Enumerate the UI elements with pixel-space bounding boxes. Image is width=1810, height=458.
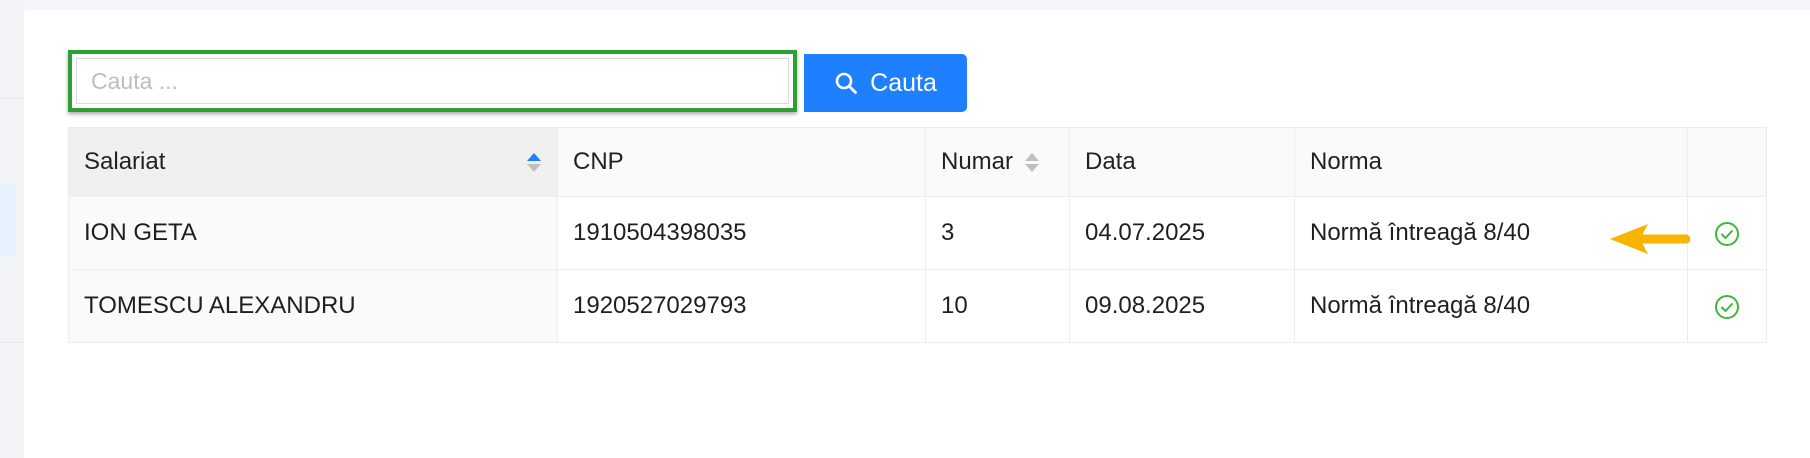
cell-data: 09.08.2025 <box>1069 269 1295 343</box>
column-header-label: Norma <box>1310 148 1383 175</box>
column-header-data: Data <box>1069 127 1295 197</box>
cell-cnp: 1910504398035 <box>557 196 926 270</box>
employees-table: Salariat CNP Numar Data Norma ION GETA 1… <box>68 127 1767 343</box>
search-button-label: Cauta <box>870 68 937 97</box>
table-row[interactable]: ION GETA 1910504398035 3 04.07.2025 Norm… <box>68 196 1767 270</box>
column-header-label: CNP <box>573 148 624 175</box>
cell-norma: Normă întreagă 8/40 <box>1294 269 1688 343</box>
sort-descending-icon <box>527 163 541 172</box>
column-header-actions <box>1687 127 1767 197</box>
check-circle-icon[interactable] <box>1714 221 1740 247</box>
search-icon <box>835 72 858 94</box>
sort-icon[interactable] <box>1025 152 1040 172</box>
rail-active-item[interactable] <box>0 184 16 256</box>
column-header-label: Salariat <box>84 148 166 175</box>
column-header-cnp: CNP <box>557 127 926 197</box>
annotation-arrow-icon <box>1610 224 1690 254</box>
column-header-norma: Norma <box>1294 127 1688 197</box>
search-input[interactable] <box>76 58 789 104</box>
cell-numar: 3 <box>925 196 1070 270</box>
check-circle-icon[interactable] <box>1714 294 1740 320</box>
search-button[interactable]: Cauta <box>804 54 967 112</box>
left-rail <box>0 0 24 458</box>
table-header-row: Salariat CNP Numar Data Norma <box>68 127 1767 197</box>
sort-ascending-icon <box>1025 152 1040 161</box>
cell-salariat: TOMESCU ALEXANDRU <box>68 269 558 343</box>
sort-icon[interactable] <box>527 152 541 172</box>
cell-cnp: 1920527029793 <box>557 269 926 343</box>
cell-action <box>1687 269 1767 343</box>
table-row[interactable]: TOMESCU ALEXANDRU 1920527029793 10 09.08… <box>68 269 1767 343</box>
column-header-label: Data <box>1085 148 1136 175</box>
cell-action <box>1687 196 1767 270</box>
search-box <box>68 50 797 112</box>
cell-numar: 10 <box>925 269 1070 343</box>
cell-salariat: ION GETA <box>68 196 558 270</box>
column-header-label: Numar <box>941 148 1014 175</box>
sort-ascending-icon <box>527 152 541 161</box>
column-header-numar[interactable]: Numar <box>925 127 1070 197</box>
column-header-salariat[interactable]: Salariat <box>68 127 558 197</box>
rail-divider <box>0 98 24 99</box>
sort-descending-icon <box>1025 163 1040 172</box>
cell-data: 04.07.2025 <box>1069 196 1295 270</box>
rail-divider <box>0 342 24 343</box>
